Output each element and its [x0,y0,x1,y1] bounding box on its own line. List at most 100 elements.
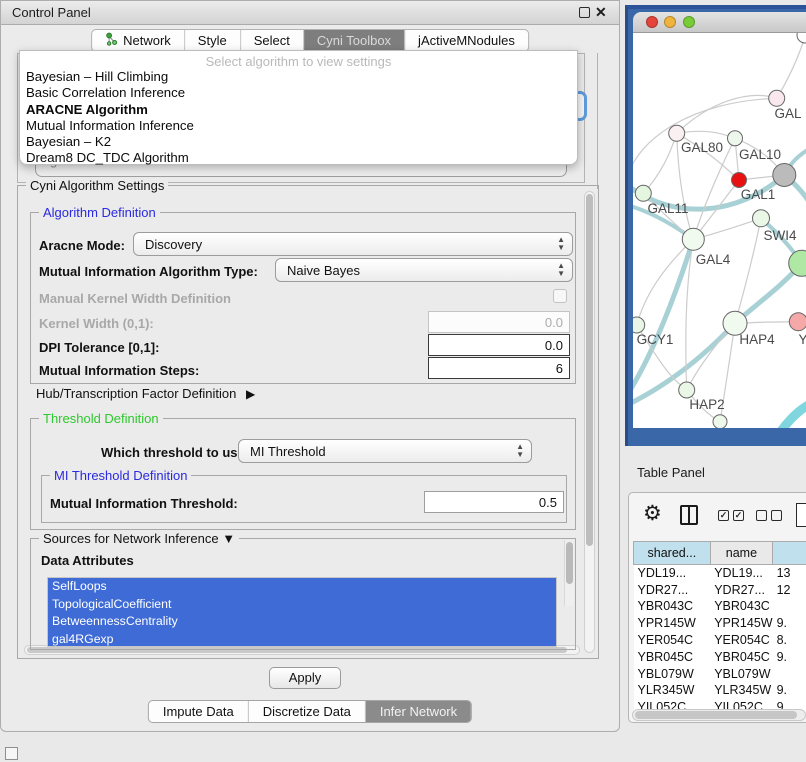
table-row[interactable]: YDR27...YDR27...12 [634,581,806,598]
attribute-list-item[interactable]: TopologicalCoefficient [48,596,556,614]
network-window-titlebar[interactable] [633,12,806,33]
attribute-list-item[interactable]: BetweennessCentrality [48,613,556,631]
network-edge[interactable] [643,133,676,193]
node-label: SWI4 [763,228,796,243]
table-row[interactable]: YBL079WYBL079W [634,665,806,682]
tab-jactivemnodules[interactable]: jActiveMNodules [405,30,528,51]
hub-tf-definition-toggle[interactable]: Hub/Transcription Factor Definition ▶ [36,386,255,401]
algorithm-option[interactable]: ARACNE Algorithm [20,102,577,118]
tab-discretize-data[interactable]: Discretize Data [249,701,366,722]
network-edge[interactable] [637,239,694,325]
close-traffic-light-icon[interactable] [646,16,658,28]
network-node-y[interactable] [789,313,806,331]
node-label: GAL [774,106,802,121]
zoom-traffic-light-icon[interactable] [683,16,695,28]
sources-group: Sources for Network Inference ▼ Data Att… [30,538,576,650]
attribute-list-item[interactable]: gal4RGexp [48,631,556,648]
network-canvas[interactable]: GALGAL80GAL10GAL11GAL1GAL4SWI4GCY1HAP4YH… [633,33,806,428]
algorithm-option[interactable]: Bayesian – K2 [20,134,577,150]
minimize-traffic-light-icon[interactable] [664,16,676,28]
mi-steps-field[interactable]: 6 [428,357,570,379]
table-horizontal-scrollbar[interactable] [632,709,806,721]
settings-vertical-scrollbar[interactable] [584,191,595,653]
column-header[interactable] [773,542,806,565]
algorithm-option[interactable]: Bayesian – Hill Climbing [20,69,577,85]
network-node[interactable] [773,164,796,187]
sources-title-text: Sources for Network Inference [43,531,219,546]
tab-label: jActiveMNodules [418,33,515,48]
close-panel-icon[interactable]: ✕ [595,6,607,19]
algorithm-option[interactable]: Basic Correlation Inference [20,85,577,101]
checked-checkbox-icon[interactable]: ✓ [733,510,744,521]
network-node-gcy1[interactable] [633,317,645,333]
algorithm-option[interactable]: Dream8 DC_TDC Algorithm [20,150,577,166]
network-node-gal[interactable] [769,90,785,106]
tab-cyni-toolbox[interactable]: Cyni Toolbox [304,30,405,51]
tab-style[interactable]: Style [185,30,241,51]
table-row[interactable]: YPR145WYPR145W9. [634,615,806,632]
checked-checkbox-icon[interactable]: ✓ [718,510,729,521]
columns-icon[interactable] [680,505,698,525]
cyni-algorithm-settings-group: Cyni Algorithm Settings Algorithm Defini… [17,185,599,659]
network-view-window[interactable]: GALGAL80GAL10GAL11GAL1GAL4SWI4GCY1HAP4YH… [625,5,806,446]
attribute-list-item[interactable]: SelfLoops [48,578,556,596]
apply-button[interactable]: Apply [269,667,341,689]
table-row[interactable]: YER054CYER054C8. [634,632,806,649]
table-row[interactable]: YBR045CYBR045C9. [634,648,806,665]
aracne-mode-combo[interactable]: Discovery ▲▼ [133,232,573,256]
tab-infer-network[interactable]: Infer Network [366,701,471,722]
node-table[interactable]: shared...name YDL19...YDL19...13YDR27...… [633,541,806,716]
table-panel-title: Table Panel [637,465,705,480]
control-panel-titlebar[interactable]: Control Panel ✕ [1,1,619,25]
unchecked-checkbox-icon[interactable] [771,510,782,521]
chevron-down-icon[interactable]: ▼ [222,531,235,546]
document-icon[interactable] [796,503,806,527]
collapsed-panel-icon[interactable] [5,747,18,760]
float-panel-icon[interactable] [579,7,590,18]
network-node-hap2[interactable] [679,382,695,398]
control-panel-title: Control Panel [12,5,91,20]
network-edge[interactable] [777,37,805,98]
kernel-width-field[interactable]: 0.0 [428,311,570,333]
scrollbar-thumb[interactable] [586,194,593,546]
mi-threshold-label: Mutual Information Threshold: [50,496,238,511]
table-row[interactable]: YLR345WYLR345W9. [634,682,806,699]
node-label: GAL11 [647,201,688,216]
tab-network[interactable]: Network [92,30,185,51]
mi-type-combo[interactable]: Naive Bayes ▲▼ [275,258,573,282]
column-header-name[interactable]: name [710,542,772,565]
network-edge[interactable] [633,98,777,178]
network-edge[interactable] [677,95,777,133]
manual-kernel-checkbox[interactable] [553,289,567,303]
algorithm-option[interactable]: Mutual Information Inference [20,118,577,134]
gear-icon[interactable]: ⚙ [643,501,662,526]
table-row[interactable]: YBR043CYBR043C [634,598,806,615]
list-vertical-scrollbar[interactable] [564,540,574,606]
network-node[interactable] [713,415,727,428]
network-node-gal11[interactable] [635,185,651,201]
network-edge[interactable] [781,401,806,428]
mi-threshold-field[interactable]: 0.5 [424,491,564,513]
network-edge[interactable] [677,131,735,138]
column-header-shared[interactable]: shared... [634,542,711,565]
network-node-gal1[interactable] [753,210,770,227]
table-cell: YBL079W [710,665,772,682]
table-row[interactable]: YDL19...YDL19...13 [634,565,806,582]
network-node[interactable] [732,173,747,188]
which-threshold-combo[interactable]: MI Threshold ▲▼ [238,439,532,463]
table-cell: YPR145W [710,615,772,632]
network-graph[interactable]: GALGAL80GAL10GAL11GAL1GAL4SWI4GCY1HAP4YH… [633,33,806,428]
scrollbar-thumb[interactable] [635,711,797,719]
unchecked-checkbox-icon[interactable] [756,510,767,521]
network-node-gal4[interactable] [682,228,704,250]
dpi-tolerance-field[interactable]: 0.0 [428,334,570,356]
network-node-gal80[interactable] [669,125,685,141]
network-node[interactable] [797,33,806,43]
data-attributes-list[interactable]: SelfLoopsTopologicalCoefficientBetweenne… [47,577,557,647]
scrollbar-thumb[interactable] [566,542,573,584]
table-cell: 9. [773,615,806,632]
table-cell: 13 [773,565,806,582]
tab-impute-data[interactable]: Impute Data [149,701,249,722]
network-node-gal10[interactable] [728,131,743,146]
tab-select[interactable]: Select [241,30,304,51]
